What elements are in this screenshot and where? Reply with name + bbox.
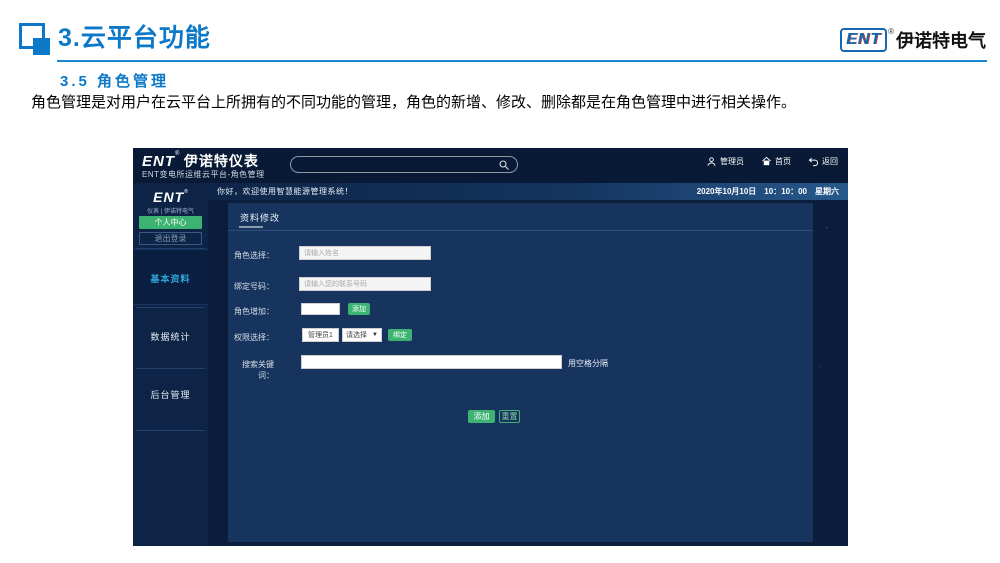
search-keywords-label: 搜索关键词： [228, 359, 274, 381]
sidebar-item-data-statistics[interactable]: 数据统计 [133, 330, 208, 342]
user-menu[interactable]: 管理员 [706, 156, 744, 167]
app-brand-name: 伊诺特仪表 [184, 153, 259, 169]
back-label: 返回 [822, 156, 838, 167]
panel-divider [228, 230, 813, 231]
date-text: 2020年10月10日 [697, 186, 757, 197]
registered-mark: ® [888, 27, 894, 36]
role-add-input[interactable] [301, 303, 340, 315]
header-divider [57, 60, 987, 62]
search-icon [498, 159, 510, 171]
chevron-down-icon: ▼ [372, 332, 378, 338]
user-label: 管理员 [720, 156, 744, 167]
app-screenshot: ENT® 伊诺特仪表 ENT变电所运维云平台-角色管理 管理员 首页 [133, 148, 848, 546]
sidebar-ent-logo: ENT [153, 189, 184, 205]
home-label: 首页 [775, 156, 791, 167]
back-icon [808, 156, 819, 167]
back-button[interactable]: 返回 [808, 156, 838, 167]
app-subtitle: ENT变电所运维云平台-角色管理 [142, 169, 265, 180]
sidebar: ENT® 仪表 | 伊诺特电气 个人中心 退出登录 基本资料 数据统计 后台管理 [133, 183, 208, 546]
app-ent-logo: ENT [142, 153, 175, 170]
role-add-button[interactable]: 添加 [348, 303, 370, 315]
role-add-label: 角色增加： [228, 306, 274, 317]
app-logo: ENT® 伊诺特仪表 [142, 151, 259, 171]
page-title: 3.云平台功能 [58, 18, 211, 54]
contact-number-input[interactable] [299, 277, 431, 291]
permission-bind-button[interactable]: 绑定 [388, 329, 412, 341]
search-input[interactable] [290, 156, 518, 173]
submit-add-button[interactable]: 添加 [468, 410, 495, 423]
bind-number-label: 绑定号码： [228, 281, 274, 292]
sidebar-item-label: 后台管理 [150, 390, 190, 400]
role-name-input[interactable] [299, 246, 431, 260]
company-name: 伊诺特电气 [896, 27, 986, 53]
profile-edit-panel: 资料修改 角色选择： 绑定号码： 角色增加： 添加 权限选择： 管理员1 请选择… [228, 203, 813, 542]
reset-button[interactable]: 重置 [499, 410, 520, 423]
sidebar-item-label: 基本资料 [133, 272, 208, 285]
permission-role-value: 管理员1 [302, 328, 339, 342]
company-logo: ENT ® 伊诺特电气 [840, 27, 986, 53]
role-select-label: 角色选择： [228, 250, 274, 261]
sidebar-divider [136, 307, 205, 308]
section-square-icon [19, 23, 53, 57]
sidebar-logo: ENT® [133, 189, 208, 207]
user-icon [706, 156, 717, 167]
sidebar-caption: 仪表 | 伊诺特电气 [133, 206, 208, 215]
description-paragraph: 角色管理是对用户在云平台上所拥有的不同功能的管理，角色的新增、修改、删除都是在角… [16, 92, 961, 113]
subsection-title: 3.5 角色管理 [60, 70, 169, 91]
home-icon [761, 156, 772, 167]
topbar-actions: 管理员 首页 返回 [706, 156, 838, 167]
datetime: 2020年10月10日 10：10：00 星期六 [697, 186, 839, 197]
sidebar-item-label: 数据统计 [150, 332, 190, 342]
ent-logo: ENT [840, 28, 887, 52]
welcome-bar: 你好，欢迎使用智慧能源管理系统！ 2020年10月10日 10：10：00 星期… [208, 183, 848, 200]
home-button[interactable]: 首页 [761, 156, 791, 167]
app-registered-mark: ® [175, 151, 179, 157]
sidebar-item-backend-management[interactable]: 后台管理 [133, 388, 208, 400]
keywords-hint: 用空格分隔 [568, 358, 608, 369]
permission-select-label: 权限选择： [228, 332, 274, 343]
panel-title-underline [239, 226, 263, 228]
permission-dropdown[interactable]: 请选择 ▼ [342, 328, 382, 342]
panel-title: 资料修改 [240, 211, 280, 224]
sidebar-item-basic-info[interactable]: 基本资料 [133, 249, 208, 305]
app-header: ENT® 伊诺特仪表 ENT变电所运维云平台-角色管理 管理员 首页 [133, 148, 848, 183]
sidebar-registered-mark: ® [184, 189, 188, 195]
permission-dropdown-value: 请选择 [346, 330, 367, 340]
welcome-message: 你好，欢迎使用智慧能源管理系统！ [217, 186, 353, 197]
sidebar-divider [136, 368, 205, 369]
profile-center-button[interactable]: 个人中心 [139, 216, 202, 229]
time-text: 10：10：00 [764, 186, 807, 197]
search-keywords-input[interactable] [301, 355, 562, 369]
weekday-text: 星期六 [815, 186, 839, 197]
sidebar-divider [136, 430, 205, 431]
logout-button[interactable]: 退出登录 [139, 232, 202, 245]
